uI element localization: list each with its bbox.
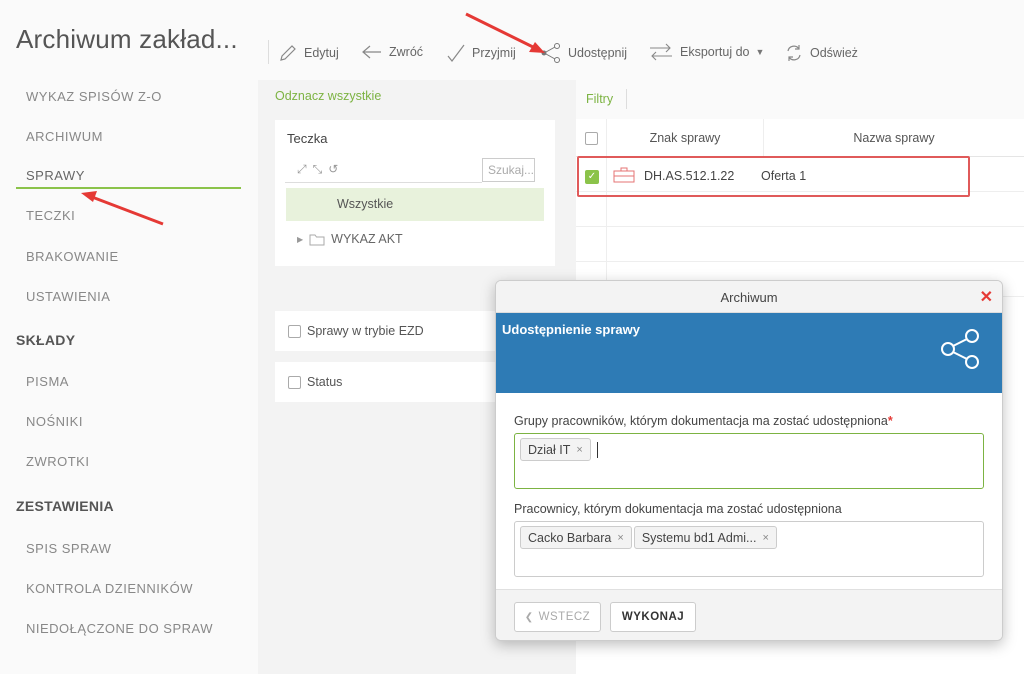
dialog-title: Archiwum xyxy=(496,281,1002,313)
employees-tag-input[interactable]: Cacko Barbara × Systemu bd1 Admi... × xyxy=(514,521,984,577)
tag-label: Systemu bd1 Admi... xyxy=(641,530,757,545)
sidebar-section-zestawienia: ZESTAWIENIA xyxy=(16,498,114,514)
tag-remove-icon[interactable]: × xyxy=(576,444,582,456)
dialog-banner: Udostępnienie sprawy xyxy=(496,313,1002,393)
tag-label: Dział IT xyxy=(528,442,571,457)
row-highlight-box xyxy=(577,156,970,197)
tree-search-input[interactable]: Szukaj... xyxy=(482,158,535,182)
accept-button-label: Przyjmij xyxy=(472,46,516,60)
share-button-label: Udostępnij xyxy=(568,46,628,60)
accept-button[interactable]: Przyjmij xyxy=(446,43,516,63)
refresh-button-label: Odśwież xyxy=(810,46,858,60)
column-header-name[interactable]: Nazwa sprawy xyxy=(764,119,1024,157)
active-nav-indicator xyxy=(16,187,241,189)
dialog-heading: Udostępnienie sprawy xyxy=(502,322,640,337)
sidebar-item-sprawy[interactable]: SPRAWY xyxy=(26,168,85,183)
reload-tree-icon[interactable]: ↺ xyxy=(328,162,338,177)
export-arrows-icon xyxy=(650,43,672,61)
tree-title: Teczka xyxy=(287,131,328,146)
header-select-all[interactable] xyxy=(576,119,607,157)
cell-divider xyxy=(606,227,607,262)
sidebar-item-niedolaczone[interactable]: NIEDOŁĄCZONE DO SPRAW xyxy=(26,621,213,636)
tag-cacko-barbara: Cacko Barbara × xyxy=(520,526,632,549)
export-button[interactable]: Eksportuj do ▼ xyxy=(648,43,764,61)
text-caret xyxy=(596,442,598,458)
table-row-empty xyxy=(576,227,1024,262)
tag-remove-icon[interactable]: × xyxy=(617,532,623,544)
collapse-all-icon[interactable]: ⤡ xyxy=(313,162,323,177)
status-checkbox[interactable] xyxy=(288,375,301,389)
caret-right-icon[interactable]: ▶ xyxy=(297,235,303,244)
back-button[interactable]: ❮ WSTECZ xyxy=(514,602,601,632)
sidebar-item-nosniki[interactable]: NOŚNIKI xyxy=(26,414,83,429)
tree-item-wykaz-akt[interactable]: ▶ WYKAZ AKT xyxy=(297,232,403,246)
tree-item-label: WYKAZ AKT xyxy=(331,232,403,246)
sidebar-item-spis-spraw[interactable]: SPIS SPRAW xyxy=(26,541,111,556)
grid-header: Znak sprawy Nazwa sprawy xyxy=(576,119,1024,157)
sidebar-item-zwrotki[interactable]: ZWROTKI xyxy=(26,454,89,469)
header-checkbox[interactable] xyxy=(584,131,598,145)
expand-all-icon[interactable]: ⤢ xyxy=(297,162,307,177)
sidebar-item-pisma[interactable]: PISMA xyxy=(26,374,69,389)
export-button-label: Eksportuj do xyxy=(680,45,750,59)
share-button[interactable]: Udostępnij xyxy=(540,43,627,63)
groups-label-text: Grupy pracowników, którym dokumentacja m… xyxy=(514,414,888,428)
share-dialog: Archiwum ✕ Udostępnienie sprawy Grupy pr… xyxy=(495,280,1003,641)
tag-label: Cacko Barbara xyxy=(528,530,612,545)
tree-tools: ⤢ ⤡ ↺ xyxy=(297,162,338,177)
sidebar-item-kontrola-dziennikow[interactable]: KONTROLA DZIENNIKÓW xyxy=(26,581,193,596)
pencil-icon xyxy=(280,45,296,61)
tree-item-all[interactable]: Wszystkie xyxy=(286,188,544,221)
share-icon xyxy=(941,329,979,369)
return-arrow-icon xyxy=(362,45,381,59)
refresh-button[interactable]: Odśwież xyxy=(784,43,858,63)
sidebar-section-sklady: SKŁADY xyxy=(16,332,76,348)
table-row-empty xyxy=(576,192,1024,227)
app-title: Archiwum zakład... xyxy=(16,24,238,54)
tag-dzial-it: Dział IT × xyxy=(520,438,591,461)
status-label: Status xyxy=(307,375,343,389)
tree-divider xyxy=(285,182,482,183)
sidebar-item-teczki[interactable]: TECZKI xyxy=(26,208,75,223)
checkmark-icon xyxy=(447,44,465,62)
return-button-label: Zwróć xyxy=(389,45,424,59)
dialog-footer: ❮ WSTECZ WYKONAJ xyxy=(496,589,1002,640)
groups-field-label: Grupy pracowników, którym dokumentacja m… xyxy=(514,414,893,428)
tag-remove-icon[interactable]: × xyxy=(762,532,768,544)
deselect-all-link[interactable]: Odznacz wszystkie xyxy=(275,89,381,103)
grid-filters-bar: Filtry xyxy=(576,80,1024,119)
edit-button-label: Edytuj xyxy=(304,46,339,60)
edit-button[interactable]: Edytuj xyxy=(278,43,339,63)
ezd-checkbox[interactable] xyxy=(288,324,301,338)
execute-button[interactable]: WYKONAJ xyxy=(610,602,696,632)
back-button-label: WSTECZ xyxy=(538,611,591,623)
chevron-left-icon: ❮ xyxy=(524,611,534,623)
folder-tree-panel: Teczka ⤢ ⤡ ↺ Szukaj... Wszystkie ▶ WYKAZ… xyxy=(275,120,555,266)
sidebar: Archiwum zakład... WYKAZ SPISÓW Z-O ARCH… xyxy=(0,0,258,674)
required-mark: * xyxy=(887,414,893,428)
cell-divider xyxy=(606,192,607,227)
ezd-label: Sprawy w trybie EZD xyxy=(307,324,424,338)
tag-systemu-admin: Systemu bd1 Admi... × xyxy=(633,526,777,549)
column-header-sig[interactable]: Znak sprawy xyxy=(607,119,764,157)
toolbar-separator xyxy=(268,40,269,64)
toolbar: Edytuj Zwróć Przyjmij Udostępnij Eksport… xyxy=(258,0,1024,80)
sidebar-item-ustawienia[interactable]: USTAWIENIA xyxy=(26,289,110,304)
close-icon[interactable]: ✕ xyxy=(980,287,993,307)
filters-separator xyxy=(626,89,627,109)
refresh-icon xyxy=(787,45,801,61)
sidebar-item-archiwum[interactable]: ARCHIWUM xyxy=(26,129,103,144)
employees-field-label: Pracownicy, którym dokumentacja ma zosta… xyxy=(514,502,842,516)
sidebar-item-brakowanie[interactable]: BRAKOWANIE xyxy=(26,249,119,264)
share-icon xyxy=(541,43,560,63)
return-button[interactable]: Zwróć xyxy=(361,43,423,61)
folder-icon xyxy=(309,234,325,245)
filters-link[interactable]: Filtry xyxy=(586,92,613,106)
chevron-down-icon: ▼ xyxy=(755,47,765,57)
groups-tag-input[interactable]: Dział IT × xyxy=(514,433,984,489)
sidebar-item-wykaz-spisow[interactable]: WYKAZ SPISÓW Z-O xyxy=(26,89,162,104)
